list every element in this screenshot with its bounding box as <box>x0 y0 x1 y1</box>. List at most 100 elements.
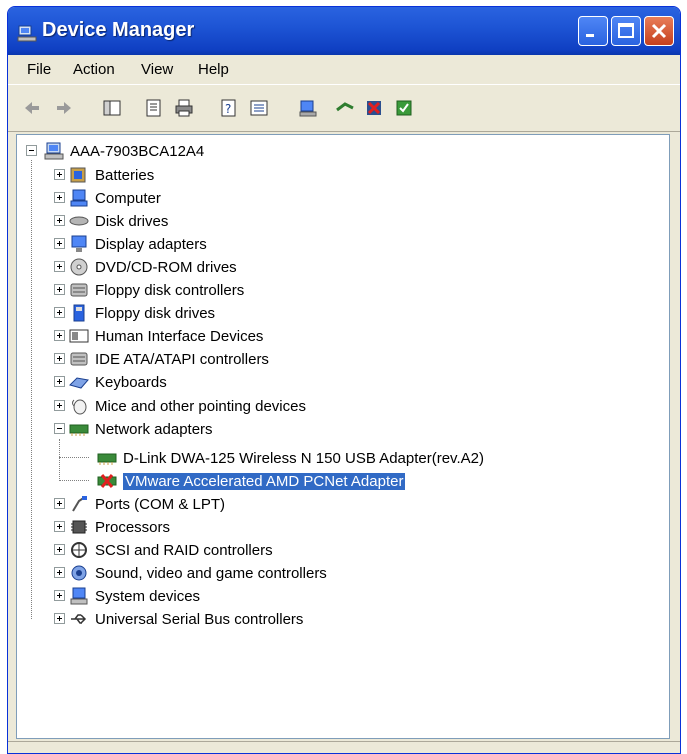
menu-action[interactable]: Action <box>73 61 115 78</box>
expand-button[interactable] <box>54 567 65 578</box>
mouse-icon <box>72 399 87 415</box>
cd-drive-icon <box>70 258 88 276</box>
tree-item-label-selected: VMware Accelerated AMD PCNet Adapter <box>123 472 406 490</box>
system-device-icon <box>70 587 88 605</box>
tree-item-ide-ata-atapi-controllers[interactable]: IDE ATA/ATAPI controllers <box>69 348 269 370</box>
expand-button[interactable] <box>54 238 65 249</box>
toolbar: ? <box>8 85 680 132</box>
help-icon[interactable]: ? <box>219 98 239 118</box>
menu-help[interactable]: Help <box>198 61 229 78</box>
expand-button[interactable] <box>54 590 65 601</box>
tree-item-usb-controllers[interactable]: Universal Serial Bus controllers <box>69 608 303 630</box>
tree-item-label: Computer <box>95 189 161 207</box>
collapse-button[interactable] <box>54 423 65 434</box>
tree-item-keyboards[interactable]: Keyboards <box>69 371 167 393</box>
display-adapter-icon <box>71 235 87 252</box>
tree-item-computer[interactable]: Computer <box>69 187 161 209</box>
expand-button[interactable] <box>54 498 65 509</box>
tree-item-label: Floppy disk drives <box>95 304 216 322</box>
scan-hardware-icon[interactable] <box>298 98 318 118</box>
show-hide-console-tree-icon[interactable] <box>102 98 122 118</box>
usb-icon <box>71 614 87 624</box>
tree-item-disk-drives[interactable]: Disk drives <box>69 210 168 232</box>
forward-arrow-icon[interactable] <box>54 98 74 118</box>
tree-item-human-interface-devices[interactable]: Human Interface Devices <box>69 325 263 347</box>
tree-item-label: Human Interface Devices <box>95 327 264 345</box>
root-collapse-button[interactable] <box>26 145 37 156</box>
tree-line <box>59 439 60 481</box>
ide-controller-icon <box>70 352 88 366</box>
uninstall-icon[interactable] <box>364 98 384 118</box>
tree-item-batteries[interactable]: Batteries <box>69 164 154 186</box>
title-bar[interactable]: Device Manager <box>8 7 680 55</box>
tree-item-label: Sound, video and game controllers <box>95 564 327 582</box>
keyboard-icon <box>69 377 89 389</box>
computer-icon <box>44 142 64 160</box>
expand-button[interactable] <box>54 544 65 555</box>
expand-button[interactable] <box>54 284 65 295</box>
tree-item-label: Batteries <box>95 166 155 184</box>
tree-item-ports[interactable]: Ports (COM & LPT) <box>69 493 225 515</box>
expand-button[interactable] <box>54 261 65 272</box>
tree-item-vmware-adapter[interactable]: VMware Accelerated AMD PCNet Adapter <box>97 470 406 492</box>
back-arrow-icon[interactable] <box>22 98 42 118</box>
tree-item-system-devices[interactable]: System devices <box>69 585 200 607</box>
tree-item-label: Mice and other pointing devices <box>95 397 306 415</box>
device-tree[interactable]: AAA-7903BCA12A4 Batteries Computer Disk … <box>16 134 670 739</box>
update-driver-icon[interactable] <box>335 98 355 118</box>
enable-device-icon[interactable] <box>394 98 414 118</box>
print-icon[interactable] <box>174 98 194 118</box>
view-details-icon[interactable] <box>249 98 269 118</box>
tree-item-label: Disk drives <box>95 212 169 230</box>
computer-icon <box>70 189 88 207</box>
expand-button[interactable] <box>54 521 65 532</box>
tree-item-label: Keyboards <box>95 373 167 391</box>
tree-item-floppy-disk-controllers[interactable]: Floppy disk controllers <box>69 279 244 301</box>
tree-item-scsi-raid[interactable]: SCSI and RAID controllers <box>69 539 273 561</box>
scsi-icon <box>71 542 87 558</box>
close-button[interactable] <box>644 16 674 46</box>
menu-file[interactable]: File <box>27 61 51 78</box>
expand-button[interactable] <box>54 215 65 226</box>
status-bar <box>8 741 680 753</box>
menu-view[interactable]: View <box>141 61 173 78</box>
tree-item-processors[interactable]: Processors <box>69 516 170 538</box>
expand-button[interactable] <box>54 330 65 341</box>
tree-root[interactable]: AAA-7903BCA12A4 <box>44 140 204 162</box>
menu-bar: File Action View Help <box>8 55 680 85</box>
tree-item-label: D-Link DWA-125 Wireless N 150 USB Adapte… <box>123 449 484 467</box>
expand-button[interactable] <box>54 376 65 387</box>
device-manager-window: Device Manager File Action View Help ? A… <box>7 6 681 754</box>
tree-item-network-adapters[interactable]: Network adapters <box>69 418 213 440</box>
svg-text:?: ? <box>225 102 231 116</box>
minimize-button[interactable] <box>578 16 608 46</box>
properties-icon[interactable] <box>144 98 164 118</box>
tree-line <box>31 160 32 619</box>
tree-item-label: Display adapters <box>95 235 207 253</box>
tree-item-dvd-cd-rom-drives[interactable]: DVD/CD-ROM drives <box>69 256 237 278</box>
tree-item-label: System devices <box>95 587 201 605</box>
network-adapter-icon <box>69 424 89 436</box>
tree-item-sound-video-game[interactable]: Sound, video and game controllers <box>69 562 327 584</box>
maximize-button[interactable] <box>611 16 641 46</box>
floppy-controller-icon <box>70 283 88 297</box>
expand-button[interactable] <box>54 192 65 203</box>
expand-button[interactable] <box>54 400 65 411</box>
window-title: Device Manager <box>42 19 195 41</box>
tree-item-mice[interactable]: Mice and other pointing devices <box>69 395 306 417</box>
disk-drive-icon <box>69 216 89 226</box>
expand-button[interactable] <box>54 169 65 180</box>
expand-button[interactable] <box>54 353 65 364</box>
tree-item-floppy-disk-drives[interactable]: Floppy disk drives <box>69 302 215 324</box>
tree-item-dlink-adapter[interactable]: D-Link DWA-125 Wireless N 150 USB Adapte… <box>97 447 484 469</box>
network-card-icon <box>97 453 117 465</box>
battery-icon <box>70 167 86 183</box>
tree-item-display-adapters[interactable]: Display adapters <box>69 233 207 255</box>
processor-icon <box>71 520 87 534</box>
tree-line <box>59 457 89 458</box>
hid-icon <box>69 329 89 343</box>
root-label: AAA-7903BCA12A4 <box>70 142 205 160</box>
expand-button[interactable] <box>54 307 65 318</box>
expand-button[interactable] <box>54 613 65 624</box>
port-icon <box>72 496 87 512</box>
